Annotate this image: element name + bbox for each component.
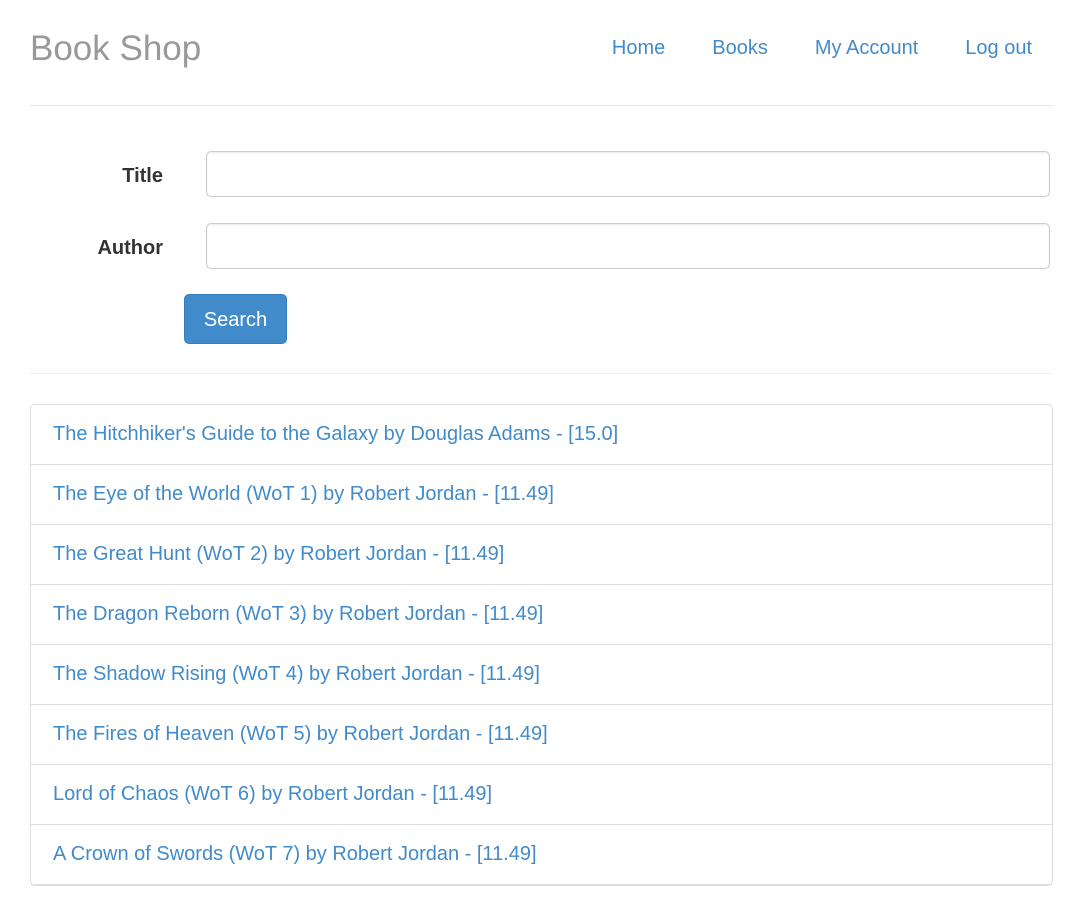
book-list: The Hitchhiker's Guide to the Galaxy by …: [30, 404, 1053, 886]
author-input[interactable]: [206, 223, 1050, 269]
title-label: Title: [122, 165, 163, 187]
list-item: A Crown of Swords (WoT 7) by Robert Jord…: [31, 825, 1052, 885]
list-item: The Fires of Heaven (WoT 5) by Robert Jo…: [31, 705, 1052, 765]
title-input[interactable]: [206, 151, 1050, 197]
page: Book Shop Home Books My Account Log out …: [0, 0, 1083, 900]
list-item: The Dragon Reborn (WoT 3) by Robert Jord…: [31, 585, 1052, 645]
author-form-row: Author: [30, 223, 1053, 273]
brand-title: Book Shop: [30, 29, 202, 68]
book-link[interactable]: A Crown of Swords (WoT 7) by Robert Jord…: [53, 843, 537, 865]
nav-my-account-link[interactable]: My Account: [789, 33, 939, 63]
list-item: Lord of Chaos (WoT 6) by Robert Jordan -…: [31, 765, 1052, 825]
section-divider: [30, 373, 1053, 374]
book-link[interactable]: The Eye of the World (WoT 1) by Robert J…: [53, 483, 554, 505]
search-button[interactable]: Search: [184, 294, 287, 344]
book-link[interactable]: Lord of Chaos (WoT 6) by Robert Jordan -…: [53, 783, 492, 805]
list-item: The Hitchhiker's Guide to the Galaxy by …: [31, 405, 1052, 465]
header: Book Shop Home Books My Account Log out: [30, 0, 1053, 106]
book-link[interactable]: The Shadow Rising (WoT 4) by Robert Jord…: [53, 663, 540, 685]
nav-books-link[interactable]: Books: [686, 33, 789, 63]
list-item: The Great Hunt (WoT 2) by Robert Jordan …: [31, 525, 1052, 585]
nav-log-out-link[interactable]: Log out: [939, 33, 1053, 63]
book-link[interactable]: The Fires of Heaven (WoT 5) by Robert Jo…: [53, 723, 548, 745]
author-label: Author: [97, 237, 163, 259]
book-link[interactable]: The Hitchhiker's Guide to the Galaxy by …: [53, 423, 618, 445]
list-item: The Eye of the World (WoT 1) by Robert J…: [31, 465, 1052, 525]
nav-home-link[interactable]: Home: [586, 33, 686, 63]
book-link[interactable]: The Dragon Reborn (WoT 3) by Robert Jord…: [53, 603, 543, 625]
title-form-row: Title: [30, 151, 1053, 201]
book-link[interactable]: The Great Hunt (WoT 2) by Robert Jordan …: [53, 543, 504, 565]
list-item: The Shadow Rising (WoT 4) by Robert Jord…: [31, 645, 1052, 705]
main-nav: Home Books My Account Log out: [586, 33, 1053, 63]
